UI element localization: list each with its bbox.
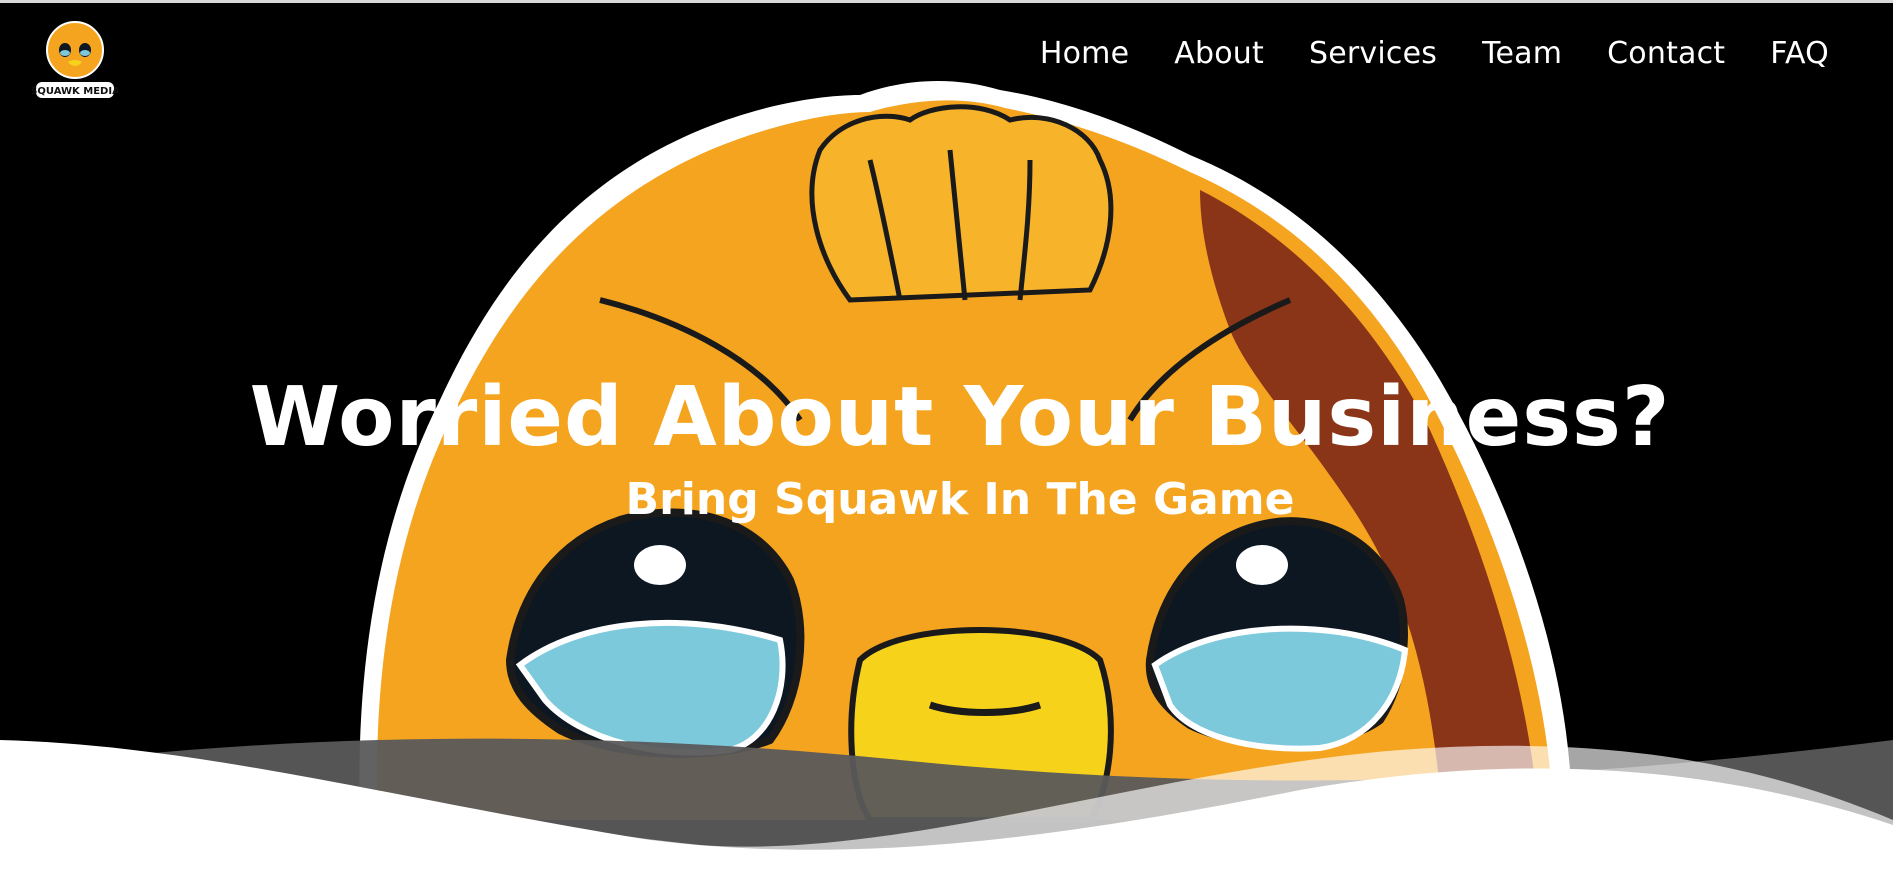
nav-team[interactable]: Team — [1482, 36, 1562, 71]
nav-faq[interactable]: FAQ — [1770, 36, 1829, 71]
wave-divider — [0, 738, 1893, 895]
svg-text:SQUAWK MEDIA: SQUAWK MEDIA — [32, 86, 118, 97]
nav-contact[interactable]: Contact — [1607, 36, 1725, 71]
hero-headline: Worried About Your Business? — [249, 370, 1671, 465]
hero-section: SQUAWK MEDIA Home About Services Team Co… — [0, 0, 1893, 895]
logo[interactable]: SQUAWK MEDIA — [32, 16, 118, 108]
hero-subheadline: Bring Squawk In The Game — [625, 474, 1295, 525]
nav-home[interactable]: Home — [1040, 36, 1129, 71]
nav-services[interactable]: Services — [1309, 36, 1437, 71]
nav-about[interactable]: About — [1174, 36, 1264, 71]
main-nav: Home About Services Team Contact FAQ — [1040, 36, 1829, 71]
